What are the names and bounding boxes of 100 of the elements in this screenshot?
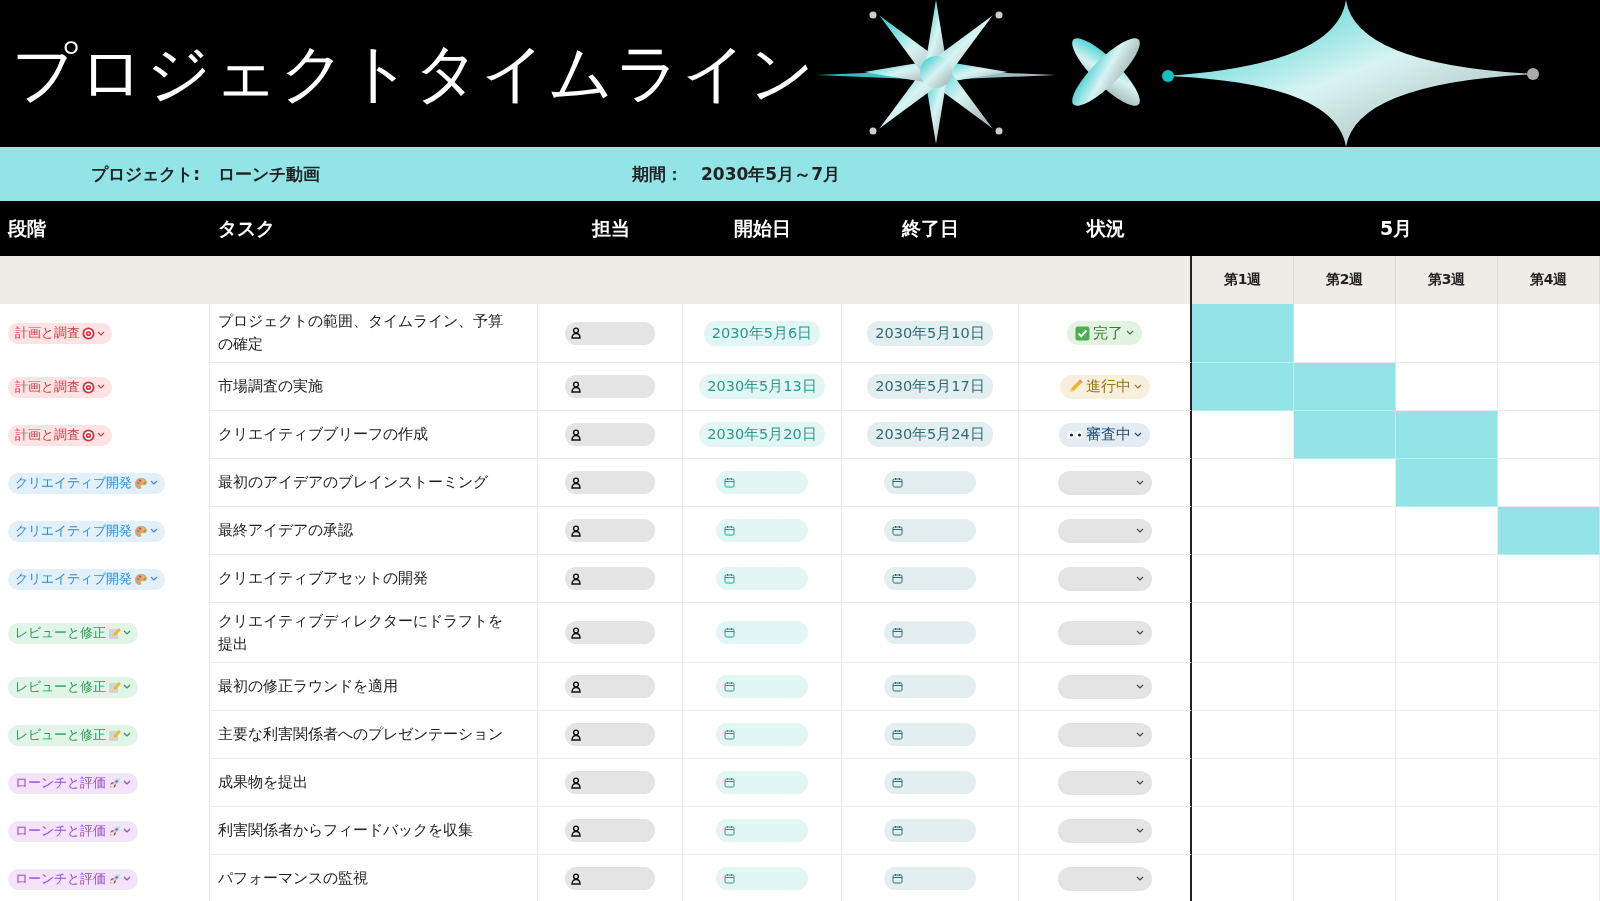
phase-tag[interactable]: ローンチと評価 [8, 868, 138, 890]
end-date[interactable]: 2030年5月17日 [867, 374, 993, 399]
phase-tag[interactable]: レビューと修正 [8, 676, 138, 698]
end-date[interactable]: 2030年5月10日 [867, 320, 993, 346]
chevron-icon [97, 384, 105, 390]
start-date-field[interactable] [716, 819, 808, 842]
status-dropdown[interactable] [1057, 470, 1152, 495]
target-icon [82, 380, 95, 394]
calendar-icon [724, 525, 735, 536]
status-dropdown[interactable] [1057, 770, 1152, 795]
assignee-field[interactable] [565, 771, 655, 794]
phase-tag[interactable]: 計画と調査 [8, 376, 112, 398]
end-date-field[interactable] [884, 771, 976, 794]
chevron-icon [97, 432, 105, 438]
week-header: 第2週 [1294, 256, 1396, 304]
phase-tag[interactable]: クリエイティブ開発 [8, 520, 165, 542]
month-header: 5月 [1378, 215, 1414, 241]
assignee-field[interactable] [565, 567, 655, 590]
start-date-field[interactable] [716, 723, 808, 746]
chevron-icon [1135, 629, 1144, 636]
end-date-field[interactable] [884, 675, 976, 698]
assignee-field[interactable] [565, 867, 655, 890]
end-date-field[interactable] [884, 471, 976, 494]
phase-tag[interactable]: クリエイティブ開発 [8, 568, 165, 590]
assignee-field[interactable] [565, 423, 655, 446]
start-date[interactable]: 2030年5月6日 [703, 320, 821, 346]
chevron-icon [1133, 383, 1142, 390]
calendar-icon [892, 825, 903, 836]
assignee-field[interactable] [565, 375, 655, 398]
phase-tag[interactable]: 計画と調査 [8, 424, 112, 446]
assignee-field[interactable] [565, 519, 655, 542]
person-icon [571, 572, 581, 585]
start-date[interactable]: 2030年5月13日 [699, 374, 825, 399]
person-icon [571, 680, 581, 693]
chevron-icon [123, 876, 131, 882]
column-header: タスク [217, 215, 276, 241]
phase-tag[interactable]: レビューと修正 [8, 724, 138, 746]
assignee-field[interactable] [565, 819, 655, 842]
status-dropdown[interactable] [1057, 674, 1152, 699]
start-date-field[interactable] [716, 567, 808, 590]
calendar-icon [724, 873, 735, 884]
status-dropdown[interactable] [1057, 566, 1152, 591]
status-dropdown[interactable] [1057, 518, 1152, 543]
calendar-icon [724, 777, 735, 788]
start-date-field[interactable] [716, 621, 808, 644]
person-icon [571, 327, 581, 339]
pencil-icon [1067, 379, 1083, 394]
period-label: 期間： [631, 162, 684, 186]
assignee-field[interactable] [565, 723, 655, 746]
phase-tag[interactable]: レビューと修正 [8, 622, 138, 644]
calendar-icon [724, 825, 735, 836]
person-icon [571, 872, 581, 885]
phase-tag[interactable]: ローンチと評価 [8, 820, 138, 842]
chevron-icon [123, 630, 131, 636]
start-date[interactable]: 2030年5月20日 [699, 422, 825, 447]
status-dropdown[interactable] [1057, 818, 1152, 843]
end-date-field[interactable] [884, 621, 976, 644]
week-header: 第1週 [1192, 256, 1294, 304]
start-date-field[interactable] [716, 471, 808, 494]
palette-icon [134, 524, 148, 538]
memo-icon [108, 680, 121, 694]
status-dropdown[interactable] [1057, 620, 1152, 645]
status-dropdown[interactable]: 完了 [1067, 321, 1142, 345]
phase-tag[interactable]: ローンチと評価 [8, 772, 138, 794]
status-dropdown[interactable]: 進行中 [1059, 374, 1150, 399]
status-dropdown[interactable] [1057, 866, 1152, 891]
chevron-icon [1135, 683, 1144, 690]
chevron-icon [1135, 527, 1144, 534]
phase-tag[interactable]: クリエイティブ開発 [8, 472, 165, 494]
end-date-field[interactable] [884, 723, 976, 746]
assignee-field[interactable] [565, 621, 655, 644]
calendar-icon [892, 777, 903, 788]
person-icon [571, 626, 581, 639]
chevron-icon [1135, 827, 1144, 834]
palette-icon [134, 476, 148, 490]
assignee-field[interactable] [565, 675, 655, 698]
status-dropdown[interactable] [1057, 722, 1152, 747]
end-date-field[interactable] [884, 519, 976, 542]
phase-tag[interactable]: 計画と調査 [8, 323, 112, 344]
calendar-icon [724, 573, 735, 584]
end-date-field[interactable] [884, 567, 976, 590]
chevron-icon [150, 576, 158, 582]
status-dropdown[interactable]: 審査中 [1059, 422, 1150, 447]
person-icon [571, 776, 581, 789]
end-date-field[interactable] [884, 867, 976, 890]
start-date-field[interactable] [716, 519, 808, 542]
end-date[interactable]: 2030年5月24日 [867, 422, 993, 447]
eyes-icon [1067, 429, 1083, 440]
end-date-field[interactable] [884, 819, 976, 842]
assignee-field[interactable] [565, 321, 655, 345]
calendar-icon [892, 525, 903, 536]
start-date-field[interactable] [716, 867, 808, 890]
start-date-field[interactable] [716, 771, 808, 794]
chevron-icon [150, 528, 158, 534]
project-name: ローンチ動画 [217, 162, 321, 186]
chevron-icon [123, 684, 131, 690]
person-icon [571, 524, 581, 537]
start-date-field[interactable] [716, 675, 808, 698]
assignee-field[interactable] [565, 471, 655, 494]
person-icon [571, 380, 581, 393]
